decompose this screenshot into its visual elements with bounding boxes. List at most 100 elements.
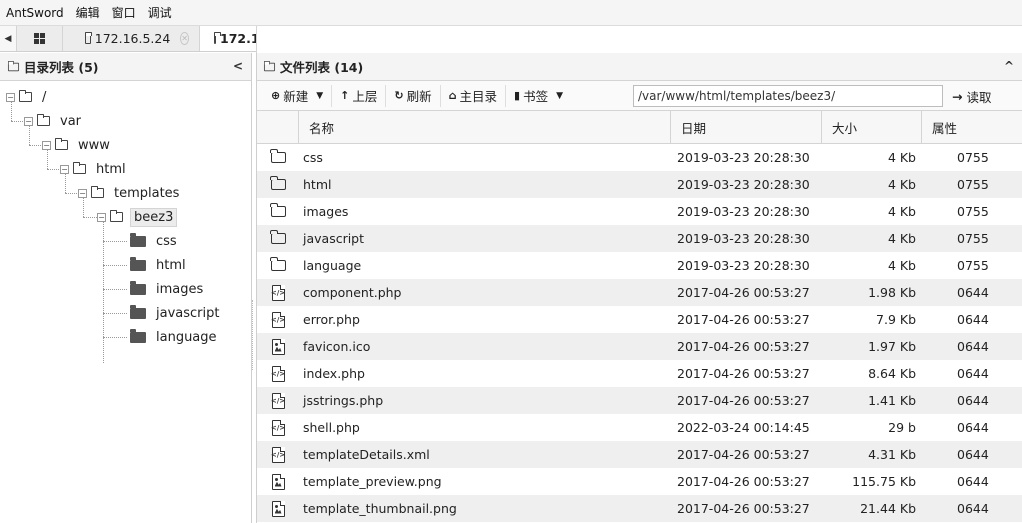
column-icon: [257, 111, 299, 143]
column-name[interactable]: 名称: [299, 111, 671, 143]
collapse-toggle-icon[interactable]: −: [42, 140, 51, 150]
file-icon-cell: [257, 257, 299, 271]
file-date: 2017-04-26 00:53:27: [677, 393, 810, 408]
file-row[interactable]: html 2019-03-23 20:28:30 4 Kb 0755: [257, 171, 1022, 198]
home-icon: ⌂: [448, 89, 457, 102]
file-row[interactable]: css 2019-03-23 20:28:30 4 Kb 0755: [257, 144, 1022, 171]
collapse-toggle-icon[interactable]: −: [6, 92, 15, 102]
file-icon-cell: </>: [257, 311, 299, 328]
collapse-toggle-icon[interactable]: −: [97, 212, 106, 222]
tree-node-label: javascript: [156, 305, 220, 321]
collapse-toggle-icon[interactable]: −: [24, 116, 33, 126]
chevron-down-icon: ▼: [316, 90, 324, 101]
collapse-left-icon[interactable]: <: [233, 59, 243, 73]
menu-antsword[interactable]: AntSword: [6, 6, 64, 20]
collapse-up-icon[interactable]: ^: [1004, 59, 1014, 73]
new-button[interactable]: ⊕ 新建 ▼: [263, 84, 333, 107]
tree-node-images[interactable]: images: [130, 279, 206, 299]
tree-node-html-sub[interactable]: html: [130, 255, 189, 275]
path-input[interactable]: /var/www/html/templates/beez3/: [633, 85, 943, 107]
file-table-body: css 2019-03-23 20:28:30 4 Kb 0755 html 2019-0…: [257, 144, 1022, 522]
tree-node-root[interactable]: − /: [6, 87, 49, 107]
file-row[interactable]: </> error.php 2017-04-26 00:53:27 7.9 Kb 064…: [257, 306, 1022, 333]
up-button[interactable]: ↑ 上层: [332, 84, 387, 107]
tree-node-label: images: [156, 281, 204, 297]
file-perm: 0644: [957, 420, 989, 435]
menu-debug[interactable]: 调试: [148, 4, 172, 21]
column-perm[interactable]: 属性: [922, 111, 1022, 143]
tab-shell-1[interactable]: 172.16.5.24 ✕: [63, 26, 200, 51]
directory-panel-title: 目录列表 (5): [24, 60, 99, 75]
file-size: 29 b: [888, 420, 916, 435]
file-row[interactable]: </> jsstrings.php 2017-04-26 00:53:27 1.41 …: [257, 387, 1022, 414]
tree-node-label: language: [156, 329, 217, 345]
file-row[interactable]: </> shell.php 2022-03-24 00:14:45 29 b 0644: [257, 414, 1022, 441]
file-date: 2019-03-23 20:28:30: [677, 231, 810, 246]
code-file-icon: </>: [271, 365, 285, 382]
read-button[interactable]: → 读取: [952, 85, 992, 107]
collapse-toggle-icon[interactable]: −: [78, 188, 87, 198]
tree-node-templates[interactable]: − templates: [78, 183, 182, 203]
tree-node-www[interactable]: − www: [42, 135, 113, 155]
tree-node-beez3[interactable]: − beez3: [97, 207, 178, 227]
file-name: shell.php: [303, 420, 360, 435]
file-name: html: [303, 177, 332, 192]
folder-icon: [130, 280, 146, 295]
file-size: 4 Kb: [887, 258, 916, 273]
tab-label: 172.16.5.24: [94, 31, 171, 46]
file-date: 2017-04-26 00:53:27: [677, 366, 810, 381]
file-perm: 0755: [957, 150, 989, 165]
file-size: 8.64 Kb: [868, 366, 916, 381]
tab-strip: ◀ 172.16.5.24 ✕ 172.16.5.24 ✕ ▶: [0, 26, 1022, 496]
tree-node-var[interactable]: − var: [24, 111, 84, 131]
refresh-button[interactable]: ↻ 刷新: [386, 84, 441, 107]
tree-node-label: www: [78, 137, 110, 153]
file-perm: 0644: [957, 312, 989, 327]
file-row[interactable]: language 2019-03-23 20:28:30 4 Kb 0755: [257, 252, 1022, 279]
tree-node-label: /: [42, 89, 47, 105]
file-name: component.php: [303, 285, 402, 300]
file-row[interactable]: images 2019-03-23 20:28:30 4 Kb 0755: [257, 198, 1022, 225]
file-perm: 0755: [957, 258, 989, 273]
file-icon-cell: </>: [257, 284, 299, 301]
folder-icon: [130, 232, 146, 247]
folder-icon: [130, 256, 146, 271]
tree-node-label: html: [96, 161, 126, 177]
tree-node-label-selected: beez3: [130, 207, 178, 227]
file-size: 4 Kb: [887, 204, 916, 219]
close-icon[interactable]: ✕: [180, 32, 189, 45]
image-file-icon: [271, 473, 285, 490]
tab-home[interactable]: [17, 26, 63, 51]
column-date[interactable]: 日期: [671, 111, 822, 143]
folder-icon: [91, 186, 104, 198]
tab-scroll-left-button[interactable]: ◀: [0, 26, 17, 51]
file-row[interactable]: favicon.ico 2017-04-26 00:53:27 1.97 Kb 064…: [257, 333, 1022, 360]
file-row[interactable]: </> templateDetails.xml 2017-04-26 00:53:2…: [257, 441, 1022, 468]
file-perm: 0644: [957, 447, 989, 462]
file-perm: 0644: [957, 393, 989, 408]
read-label: 读取: [966, 89, 992, 105]
tree-node-html[interactable]: − html: [60, 159, 129, 179]
menu-edit[interactable]: 编辑: [76, 4, 100, 21]
tree-node-css[interactable]: css: [130, 231, 180, 251]
up-label: 上层: [352, 89, 378, 104]
collapse-toggle-icon[interactable]: −: [60, 164, 69, 174]
column-size[interactable]: 大小: [822, 111, 922, 143]
tree-node-label: var: [60, 113, 82, 129]
file-row[interactable]: javascript 2019-03-23 20:28:30 4 Kb 0755: [257, 225, 1022, 252]
file-name: css: [303, 150, 323, 165]
file-row[interactable]: template_thumbnail.png 2017-04-26 00:53:2…: [257, 495, 1022, 522]
file-row[interactable]: template_preview.png 2017-04-26 00:53:27 1…: [257, 468, 1022, 495]
tree-node-javascript[interactable]: javascript: [130, 303, 222, 323]
file-perm: 0644: [957, 366, 989, 381]
home-button[interactable]: ⌂ 主目录: [441, 84, 507, 107]
file-perm: 0755: [957, 231, 989, 246]
bookmark-button[interactable]: ▮ 书签 ▼: [506, 85, 571, 107]
file-row[interactable]: </> index.php 2017-04-26 00:53:27 8.64 Kb 06…: [257, 360, 1022, 387]
folder-icon: [37, 114, 50, 126]
tree-node-language[interactable]: language: [130, 327, 220, 347]
menu-window[interactable]: 窗口: [112, 4, 136, 21]
tree-node-label: css: [156, 233, 177, 249]
file-row[interactable]: </> component.php 2017-04-26 00:53:27 1.98 …: [257, 279, 1022, 306]
file-icon-cell: </>: [257, 419, 299, 436]
